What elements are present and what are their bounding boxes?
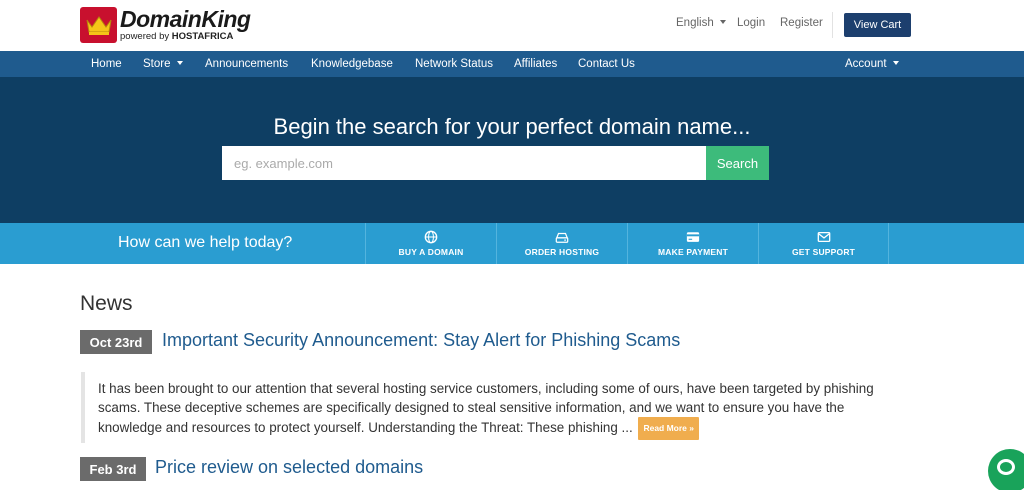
logo-name: DomainKing [120, 6, 251, 33]
language-selector[interactable]: English [676, 17, 726, 29]
nav-knowledgebase[interactable]: Knowledgebase [311, 58, 393, 70]
news-title-link[interactable]: Price review on selected domains [155, 457, 423, 478]
nav-home[interactable]: Home [91, 58, 122, 70]
globe-icon [424, 230, 438, 244]
top-header: DomainKing powered by HOSTAFRICA English… [0, 0, 1024, 51]
domain-search-hero: Begin the search for your perfect domain… [0, 77, 1024, 223]
help-title: How can we help today? [118, 234, 293, 251]
make-payment-button[interactable]: MAKE PAYMENT [627, 223, 758, 264]
help-item-label: GET SUPPORT [791, 247, 856, 257]
nav-affiliates[interactable]: Affiliates [514, 58, 557, 70]
domain-search-input[interactable] [222, 146, 706, 180]
news-date-badge: Feb 3rd [80, 457, 146, 481]
crown-icon [80, 7, 117, 43]
chevron-down-icon [892, 61, 899, 65]
divider [832, 12, 833, 38]
help-strip: How can we help today? BUY A DOMAIN ORDE… [0, 223, 1024, 264]
view-cart-button[interactable]: View Cart [844, 13, 911, 37]
nav-contact-us[interactable]: Contact Us [578, 58, 635, 70]
logo-powered-by: powered by HOSTAFRICA [120, 31, 234, 43]
credit-card-icon [686, 232, 700, 242]
order-hosting-button[interactable]: ORDER HOSTING [496, 223, 627, 264]
news-excerpt: It has been brought to our attention tha… [81, 372, 891, 443]
live-chat-button[interactable] [988, 449, 1024, 490]
chevron-down-icon [176, 61, 183, 65]
news-title-link[interactable]: Important Security Announcement: Stay Al… [162, 330, 680, 351]
read-more-button[interactable]: Read More » [638, 417, 699, 440]
register-link[interactable]: Register [780, 17, 823, 29]
search-button[interactable]: Search [706, 146, 769, 180]
help-item-label: MAKE PAYMENT [658, 247, 728, 257]
login-link[interactable]: Login [737, 17, 765, 29]
main-nav: Home Store Announcements Knowledgebase N… [0, 51, 1024, 77]
chevron-down-icon [719, 20, 726, 24]
help-item-label: ORDER HOSTING [524, 247, 600, 257]
logo[interactable]: DomainKing powered by HOSTAFRICA [80, 6, 251, 43]
news-date-badge: Oct 23rd [80, 330, 152, 354]
get-support-button[interactable]: GET SUPPORT [758, 223, 889, 264]
news-heading: News [80, 292, 133, 315]
server-icon [555, 232, 569, 243]
nav-network-status[interactable]: Network Status [415, 58, 493, 70]
help-item-label: BUY A DOMAIN [398, 247, 464, 257]
nav-store[interactable]: Store [143, 58, 183, 70]
chat-icon [997, 459, 1015, 475]
nav-account[interactable]: Account [845, 58, 899, 70]
nav-announcements[interactable]: Announcements [205, 58, 288, 70]
buy-domain-button[interactable]: BUY A DOMAIN [365, 223, 496, 264]
hero-title: Begin the search for your perfect domain… [273, 114, 751, 139]
envelope-icon [817, 231, 830, 243]
